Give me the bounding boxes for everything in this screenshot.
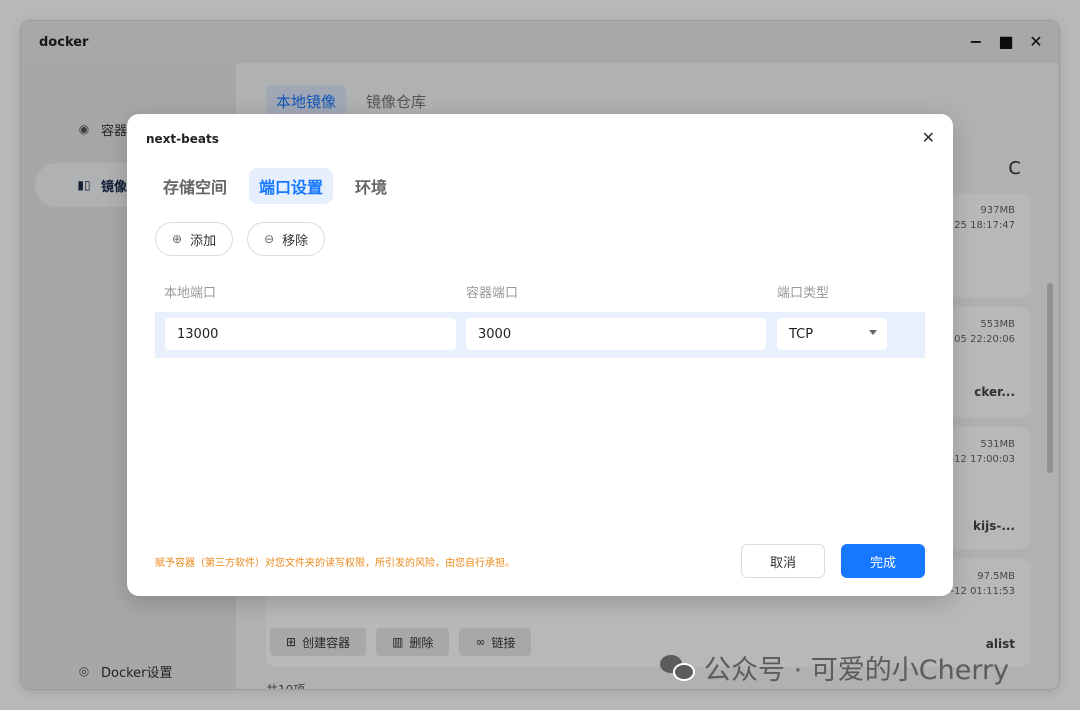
port-type-select[interactable]: TCP: [777, 318, 887, 350]
watermark-text: 公众号 · 可爱的小Cherry: [704, 655, 1010, 686]
minus-circle-icon: ⊖: [264, 232, 275, 246]
remove-port-button[interactable]: ⊖ 移除: [247, 222, 326, 256]
port-action-buttons: ⊕ 添加 ⊖ 移除: [155, 222, 326, 256]
tab-storage[interactable]: 存储空间: [153, 168, 237, 204]
container-port-input[interactable]: 3000: [466, 318, 766, 350]
done-button[interactable]: 完成: [841, 544, 925, 578]
local-port-input[interactable]: 13000: [165, 318, 456, 350]
close-icon[interactable]: ✕: [922, 128, 935, 147]
watermark: 公众号 · 可爱的小Cherry: [660, 648, 1009, 687]
plus-circle-icon: ⊕: [172, 232, 183, 246]
tab-port-settings[interactable]: 端口设置: [249, 168, 334, 204]
cancel-button[interactable]: 取消: [741, 544, 825, 578]
risk-warning-text: 赋予容器（第三方软件）对您文件夹的读写权限，所引发的风险，由您自行承担。: [155, 558, 515, 569]
port-type-value: TCP: [789, 326, 814, 342]
add-label: 添加: [190, 233, 217, 249]
add-port-button[interactable]: ⊕ 添加: [155, 222, 234, 256]
port-settings-dialog: next-beats ✕ 存储空间 端口设置 环境 ⊕ 添加 ⊖ 移除 本地端口…: [127, 114, 953, 596]
column-header-container-port: 容器端口: [466, 286, 519, 301]
tab-environment[interactable]: 环境: [345, 168, 397, 204]
column-header-local-port: 本地端口: [164, 286, 217, 301]
dialog-tabs: 存储空间 端口设置 环境: [153, 168, 397, 204]
dialog-title: next-beats: [146, 132, 219, 146]
wechat-icon: [660, 654, 696, 681]
port-row: 13000 3000 TCP: [155, 312, 925, 358]
column-header-port-type: 端口类型: [777, 286, 830, 301]
remove-label: 移除: [282, 233, 309, 249]
chevron-down-icon: [869, 330, 877, 335]
